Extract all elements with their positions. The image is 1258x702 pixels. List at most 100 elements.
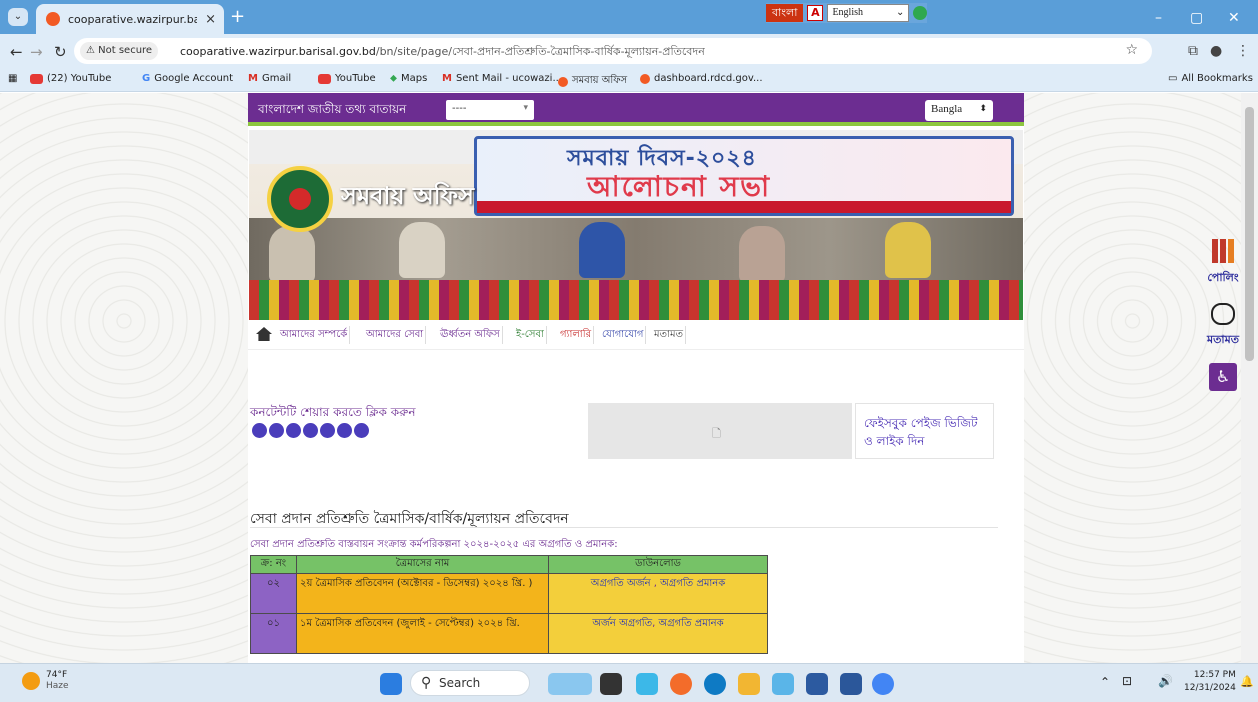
weather-widget[interactable]: 74°F Haze (22, 670, 69, 692)
row-serial: ০১ (250, 613, 297, 654)
bookmark-label: সমবায় অফিস (572, 75, 628, 86)
col-header-download: ডাউনলোড (548, 555, 768, 574)
menu-about[interactable]: আমাদের সম্পর্কে (278, 326, 351, 344)
row-quarter-name: ১ম ত্রৈমাসিক প্রতিবেদন (জুলাই - সেপ্টেম্… (296, 613, 549, 654)
link-icon[interactable] (320, 423, 335, 438)
bookmark-label: YouTube (335, 73, 376, 84)
volume-icon[interactable]: 🔊 (1158, 674, 1173, 688)
forward-arrow-icon[interactable]: → (30, 43, 43, 61)
network-icon[interactable]: ⊡ (1122, 674, 1132, 688)
facebook-embed: 🗋 (588, 403, 852, 459)
maximize-button[interactable]: ▢ (1190, 10, 1203, 26)
bookmark-cooperative-office[interactable]: সমবায় অফিস (558, 73, 627, 90)
linkedin-icon[interactable] (303, 423, 318, 438)
bookmark-sent-mail[interactable]: M Sent Mail - ucowazi... (442, 73, 562, 84)
share-icons (252, 423, 369, 438)
bookmark-youtube-1[interactable]: (22) YouTube (30, 73, 111, 84)
facebook-page-link[interactable]: ফেইসবুক পেইজ ভিজিট ও লাইক দিন (864, 414, 988, 450)
store-icon[interactable] (806, 673, 828, 695)
office-dropdown[interactable]: ---- (446, 100, 534, 120)
bookmark-label: Google Account (154, 73, 234, 84)
facebook-icon[interactable] (252, 423, 267, 438)
notification-bell-icon[interactable]: 🔔 (1240, 675, 1254, 688)
twitter-icon[interactable] (269, 423, 284, 438)
menu-kebab-icon[interactable]: ⋮ (1236, 43, 1250, 59)
portal-topbar: বাংলাদেশ জাতীয় তথ্য বাতায়ন ---- Bangla (248, 93, 1024, 126)
tab-search-button[interactable]: ⌄ (8, 8, 28, 26)
portal-link[interactable]: বাংলাদেশ জাতীয় তথ্য বাতায়ন (258, 101, 406, 121)
download-link-achievement[interactable]: অর্জন অগ্রগতি (592, 618, 652, 629)
profile-icon[interactable]: ● (1210, 43, 1222, 59)
page-scrollbar[interactable] (1241, 93, 1258, 663)
app-icon[interactable] (772, 673, 794, 695)
bookmark-youtube-2[interactable]: YouTube (318, 73, 376, 84)
windows-start-icon[interactable] (380, 673, 402, 695)
scrollbar-thumb[interactable] (1245, 107, 1254, 361)
url-text[interactable]: cooparative.wazirpur.barisal.gov.bd/bn/s… (180, 43, 705, 62)
person-figure (399, 222, 445, 278)
widget-image-icon[interactable] (548, 673, 592, 695)
all-bookmarks[interactable]: ▭ All Bookmarks (1168, 73, 1253, 84)
weather-sun-icon (22, 672, 40, 690)
site-language-select[interactable]: Bangla (925, 100, 993, 121)
feedback-label: মতামত (1207, 333, 1239, 346)
office-name: সমবায় অফিস (341, 182, 475, 210)
extension-icon[interactable] (913, 6, 928, 20)
pinterest-icon[interactable] (337, 423, 352, 438)
clock[interactable]: 12:57 PM 12/31/2024 (1184, 669, 1236, 695)
table-row: ০২ ২য় ত্রৈমাসিক প্রতিবেদন (অক্টোবর - ডি… (250, 573, 768, 614)
row-downloads: অগ্রগতি অর্জন , অগ্রগতি প্রমানক (548, 573, 768, 614)
menu-feedback[interactable]: মতামত (652, 326, 687, 344)
address-bar[interactable]: ⚠ Not secure cooparative.wazirpur.barisa… (74, 38, 1152, 64)
tab-strip: ⌄ cooparative.wazirpur.barisal.go × + বা… (0, 0, 1258, 34)
table-header-row: ক্র: নং ত্রৈমাসের নাম ডাউনলোড (250, 555, 768, 574)
menu-e-service[interactable]: ই-সেবা (514, 326, 547, 344)
bookmark-label: Maps (401, 73, 428, 84)
apps-grid-icon[interactable]: ▦ (8, 73, 17, 84)
bangla-keyboard-button[interactable]: বাংলা (766, 4, 804, 22)
reports-table: ক্র: নং ত্রৈমাসের নাম ডাউনলোড ০২ ২য় ত্র… (250, 555, 768, 654)
whatsapp-icon[interactable] (286, 423, 301, 438)
download-link-evidence[interactable]: অগ্রগতি প্রমানক (659, 618, 724, 629)
facebook-page-box[interactable]: ফেইসবুক পেইজ ভিজিট ও লাইক দিন (855, 403, 994, 459)
menu-gallery[interactable]: গ্যালারি (558, 326, 595, 344)
tab-close-icon[interactable]: × (205, 12, 216, 27)
app-icon[interactable] (636, 673, 658, 695)
menu-contact[interactable]: যোগাযোগ (600, 326, 647, 344)
download-link-achievement[interactable]: অগ্রগতি অর্জন (591, 578, 651, 589)
word-icon[interactable] (840, 673, 862, 695)
extensions-icon[interactable]: ⧉ (1188, 43, 1198, 59)
bookmark-star-icon[interactable]: ☆ (1125, 42, 1138, 58)
app-icon[interactable] (670, 673, 692, 695)
menu-upper-office[interactable]: ঊর্ধ্বতন অফিস (438, 326, 503, 344)
bookmark-dashboard[interactable]: dashboard.rdcd.gov... (640, 73, 763, 84)
minimize-button[interactable]: – (1155, 10, 1162, 26)
task-view-icon[interactable] (600, 673, 622, 695)
reload-icon[interactable]: ↻ (54, 43, 67, 61)
file-explorer-icon[interactable] (738, 673, 760, 695)
new-tab-button[interactable]: + (230, 8, 245, 26)
edge-icon[interactable] (704, 673, 726, 695)
accessibility-button[interactable]: ♿ (1209, 363, 1237, 391)
menu-services[interactable]: আমাদের সেবা (364, 326, 427, 344)
close-window-button[interactable]: ✕ (1228, 10, 1240, 26)
tray-chevron-icon[interactable]: ⌃ (1100, 675, 1110, 689)
bookmark-maps[interactable]: ⬥ Maps (390, 73, 427, 84)
taskbar-search[interactable]: Search (410, 670, 530, 696)
back-arrow-icon[interactable]: ← (10, 43, 23, 61)
browser-tab[interactable]: cooparative.wazirpur.barisal.go × (36, 4, 224, 34)
poll-widget[interactable]: পোলিং (1206, 239, 1240, 288)
bookmark-google-account[interactable]: G Google Account (142, 73, 233, 84)
feedback-widget[interactable]: মতামত (1206, 303, 1240, 350)
language-select[interactable]: English ⌄ (827, 4, 910, 22)
bookmark-gmail[interactable]: M Gmail (248, 73, 291, 84)
messenger-icon[interactable] (354, 423, 369, 438)
decorated-table (249, 280, 1023, 320)
download-link-evidence[interactable]: অগ্রগতি প্রমানক (660, 578, 725, 589)
site-favicon-icon (46, 12, 60, 26)
not-secure-badge[interactable]: ⚠ Not secure (80, 42, 159, 60)
meeting-photo (249, 218, 1023, 288)
home-icon[interactable] (256, 327, 272, 341)
chrome-icon[interactable] (872, 673, 894, 695)
windows-taskbar: 74°F Haze Search ⌃ ⊡ 🔊 12:57 PM 12/31/20… (0, 663, 1258, 702)
